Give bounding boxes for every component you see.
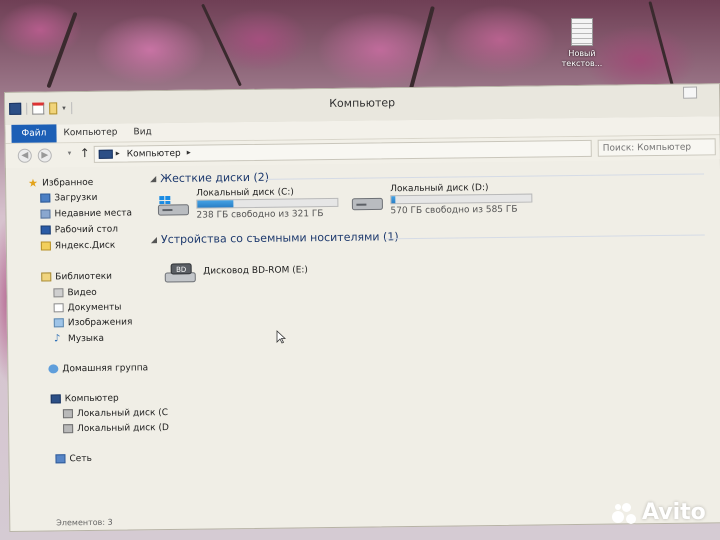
avito-wordmark: Avito [642, 500, 706, 525]
nav-homegroup[interactable]: Домашняя группа [48, 361, 148, 375]
nav-item-video[interactable]: Видео [53, 286, 97, 300]
desktop-icon [40, 225, 51, 235]
search-input[interactable] [597, 138, 716, 157]
minimize-button[interactable] [682, 86, 698, 99]
nav-label: Изображения [67, 316, 133, 328]
collapse-icon[interactable]: ◢ [150, 174, 156, 183]
nav-favorites[interactable]: ★ Избранное [28, 176, 93, 190]
drive-name: Локальный диск (C:) [196, 187, 294, 199]
desktop-icon-label: Новый [568, 49, 596, 58]
collapse-icon[interactable]: ◢ [151, 235, 157, 244]
avito-watermark: Avito [612, 500, 706, 525]
explorer-window: ▾ Компьютер Файл Компьютер Вид ◀ ▶ ▾ ↑ ▸… [4, 83, 720, 532]
documents-icon [53, 303, 64, 313]
music-icon: ♪ [53, 333, 61, 345]
breadcrumb-separator-icon[interactable]: ▸ [116, 149, 120, 158]
nav-computer[interactable]: Компьютер [50, 392, 119, 406]
bd-badge: BD [176, 266, 186, 274]
nav-label: Документы [67, 302, 122, 313]
breadcrumb-separator-icon[interactable]: ▸ [187, 148, 191, 157]
nav-label: Видео [67, 287, 97, 298]
nav-item-yandex-disk[interactable]: Яндекс.Диск [40, 239, 116, 253]
tab-file[interactable]: Файл [11, 124, 57, 143]
window-title: Компьютер [329, 96, 396, 111]
computer-icon [98, 149, 113, 159]
downloads-icon [40, 193, 51, 203]
drive-usage-bar [390, 193, 533, 205]
folder-icon [40, 241, 51, 251]
nav-label: Яндекс.Диск [54, 240, 116, 251]
pictures-icon [53, 318, 64, 328]
drive-icon [63, 424, 74, 434]
nav-label: Сеть [69, 453, 92, 464]
recent-places-icon [40, 209, 51, 219]
nav-label: Избранное [42, 177, 94, 189]
star-icon: ★ [28, 176, 39, 190]
recent-locations-icon[interactable]: ▾ [68, 149, 72, 157]
drive-usage-fill [391, 196, 396, 204]
branch [409, 5, 435, 90]
nav-label: Компьютер [64, 393, 119, 404]
nav-label: Загрузки [54, 192, 98, 203]
tab-view[interactable]: Вид [125, 123, 159, 141]
computer-icon [50, 394, 61, 404]
optical-drive-icon: BD [164, 263, 196, 283]
navigation-pane: ★ Избранное Загрузки Недавние места Рабо… [6, 169, 169, 511]
group-header-removable[interactable]: ◢ Устройства со съемными носителями (1) [151, 230, 399, 246]
nav-item-pictures[interactable]: Изображения [53, 315, 133, 329]
drive-e-bd-rom[interactable]: BD Дисковод BD-ROM (E:) [163, 255, 363, 293]
back-button[interactable]: ◀ [17, 148, 32, 163]
nav-label: Недавние места [54, 207, 133, 219]
group-header-hard-drives[interactable]: ◢ Жесткие диски (2) [150, 171, 269, 185]
drive-c[interactable]: Локальный диск (C:) 238 ГБ свободно из 3… [156, 187, 346, 225]
nav-item-downloads[interactable]: Загрузки [40, 191, 97, 205]
desktop-icon-label: текстов... [561, 59, 603, 68]
content-pane: ◢ Жесткие диски (2) Локальный диск (C:) … [144, 162, 718, 509]
nav-label: Музыка [67, 333, 105, 344]
group-divider [384, 234, 705, 240]
tab-computer[interactable]: Компьютер [55, 124, 125, 143]
network-icon [55, 454, 66, 464]
text-file-icon [571, 18, 593, 46]
avito-logo-icon [612, 501, 638, 525]
nav-network[interactable]: Сеть [55, 452, 92, 465]
branch [46, 11, 78, 89]
status-bar-item-count: Элементов: 3 [56, 517, 113, 528]
group-title: Жесткие диски (2) [160, 170, 270, 186]
windows-drive-icon [157, 195, 189, 216]
nav-label: Библиотеки [55, 271, 113, 282]
nav-item-desktop[interactable]: Рабочий стол [40, 223, 119, 237]
nav-libraries[interactable]: Библиотеки [41, 270, 112, 284]
drive-icon [62, 409, 73, 419]
up-arrow-icon[interactable]: ↑ [80, 146, 90, 160]
branch [201, 3, 242, 87]
nav-label: Домашняя группа [62, 362, 149, 374]
group-title: Устройства со съемными носителями (1) [160, 230, 399, 247]
drive-name: Локальный диск (D:) [390, 183, 489, 195]
group-divider [264, 173, 705, 180]
homegroup-icon [48, 364, 59, 374]
drive-usage-bar [196, 197, 339, 209]
breadcrumb-computer[interactable]: Компьютер [127, 149, 181, 160]
drive-d[interactable]: Локальный диск (D:) 570 ГБ свободно из 5… [350, 182, 540, 220]
nav-item-documents[interactable]: Документы [53, 301, 122, 315]
forward-button[interactable]: ▶ [37, 148, 52, 163]
mouse-cursor-icon [276, 330, 286, 344]
branch [648, 1, 675, 89]
desktop-icon-new-text-file[interactable]: Новый текстов... [556, 18, 608, 69]
nav-item-recent-places[interactable]: Недавние места [40, 206, 132, 220]
drive-free-space: 238 ГБ свободно из 321 ГБ [196, 209, 324, 221]
drive-name: Дисковод BD-ROM (E:) [203, 265, 308, 277]
nav-label: Рабочий стол [54, 224, 119, 235]
drive-free-space: 570 ГБ свободно из 585 ГБ [390, 204, 518, 217]
address-bar[interactable]: ▸ Компьютер ▸ ▾ ↻ [93, 139, 672, 163]
drive-usage-fill [197, 200, 234, 208]
libraries-icon [41, 272, 52, 282]
video-icon [53, 288, 64, 298]
nav-item-music[interactable]: ♪ Музыка [54, 332, 104, 346]
drive-icon [351, 197, 383, 211]
